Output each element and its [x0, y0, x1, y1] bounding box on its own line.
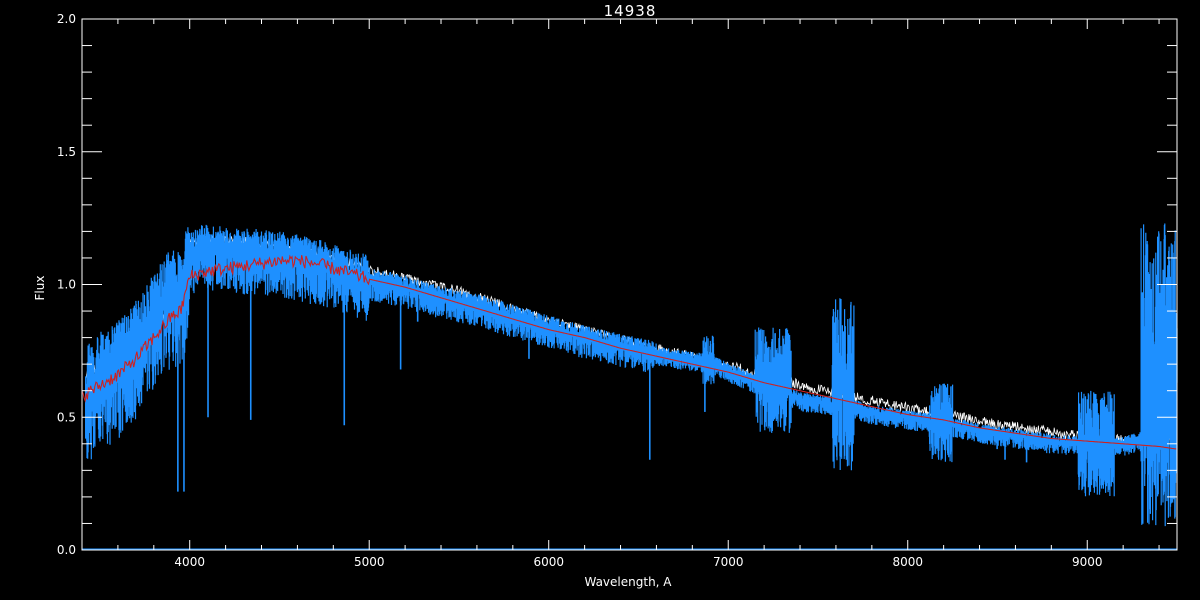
axes-group: 4000 5000 6000 7000 8000 9000 0.0 0.5 1.0 1.5 2.0	[57, 12, 1178, 569]
y-tick-label: 1.5	[57, 145, 76, 159]
y-tick-label: 0.5	[57, 410, 76, 424]
x-tick-label: 8000	[892, 555, 923, 569]
series-group	[81, 223, 1178, 550]
chart-title: 14938	[604, 2, 657, 20]
y-tick-label: 1.0	[57, 278, 76, 292]
x-tick-label: 5000	[354, 555, 385, 569]
x-tick-label: 6000	[533, 555, 564, 569]
spectrum-chart: 4000 5000 6000 7000 8000 90000.00.51.01.52.0 …	[33, 2, 1178, 589]
y-tick-label: 0.0	[57, 543, 76, 557]
x-tick-label: 4000	[174, 555, 205, 569]
y-tick-label: 2.0	[57, 12, 76, 26]
chart-root: 4000 5000 6000 7000 8000 9000 0.0 0.5 1.0 1.5 2.0 …	[0, 0, 1200, 600]
y-axis-label: Flux	[33, 276, 47, 301]
x-tick-label: 9000	[1072, 555, 1103, 569]
x-axis-label: Wavelength, A	[584, 575, 672, 589]
x-tick-label: 7000	[713, 555, 744, 569]
